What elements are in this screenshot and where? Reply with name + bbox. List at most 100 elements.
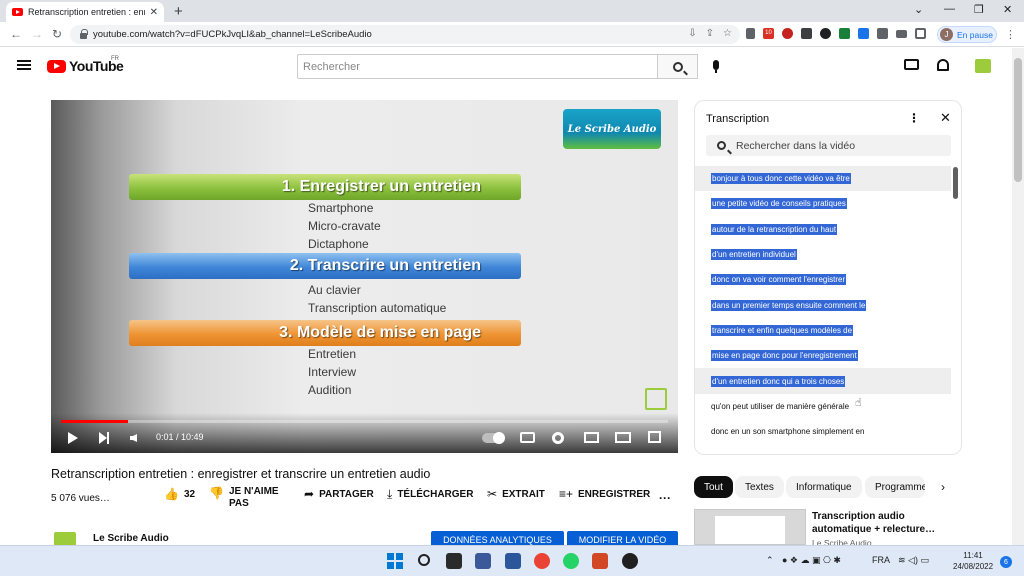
miniplayer-icon[interactable] xyxy=(584,432,599,443)
transcript-menu-icon[interactable]: ⋮ xyxy=(908,111,920,125)
word-icon[interactable] xyxy=(505,553,521,569)
close-icon[interactable]: ✕ xyxy=(940,110,951,126)
search-input[interactable]: Rechercher xyxy=(297,54,658,79)
bookmark-star-icon[interactable]: ☆ xyxy=(723,28,732,39)
save-button[interactable]: ≡+ ENREGISTRER xyxy=(559,487,650,501)
wifi-volume-battery-icons[interactable]: ≋ ◁) ▭ xyxy=(898,555,929,566)
extension-icon-3[interactable] xyxy=(858,28,869,39)
maximize-icon[interactable]: ❐ xyxy=(974,3,984,16)
download-extension-icon[interactable] xyxy=(839,28,850,39)
transcript-line[interactable]: donc en un son smartphone simplement en xyxy=(695,419,951,444)
taskbar-search-icon[interactable] xyxy=(418,554,430,566)
opera-extension-icon[interactable] xyxy=(782,28,793,39)
side-panel-icon[interactable] xyxy=(915,28,926,39)
subtitles-icon[interactable] xyxy=(520,432,535,443)
chevron-right-icon[interactable]: › xyxy=(941,480,945,494)
eyedropper-extension-icon[interactable] xyxy=(746,28,755,39)
back-arrow-icon[interactable]: ← xyxy=(10,27,22,41)
transcript-line-text: mise en page donc pour l'enregistrement xyxy=(711,350,858,362)
new-tab-button[interactable]: + xyxy=(174,3,183,20)
channel-avatar[interactable] xyxy=(54,532,76,546)
address-bar[interactable]: youtube.com/watch?v=dFUCPkJvqLI&ab_chann… xyxy=(70,25,740,44)
notification-count[interactable]: 6 xyxy=(1000,556,1012,568)
settings-gear-icon[interactable] xyxy=(552,432,564,444)
browser-tab[interactable]: Retranscription entretien : enregi ✕ xyxy=(6,2,164,22)
app-icon[interactable] xyxy=(475,553,491,569)
lock-icon xyxy=(80,29,88,39)
download-button[interactable]: ⤓ TÉLÉCHARGER xyxy=(387,487,473,502)
channel-name[interactable]: Le Scribe Audio xyxy=(93,533,169,544)
theater-mode-icon[interactable] xyxy=(615,432,631,443)
powerpoint-icon[interactable] xyxy=(592,553,608,569)
chip-all[interactable]: Tout xyxy=(694,476,733,498)
chip-informatique[interactable]: Informatique xyxy=(786,476,862,498)
chip-programme[interactable]: Programme xyxy=(865,476,925,498)
transcript-scrollbar-thumb[interactable] xyxy=(953,167,958,199)
dislike-button[interactable]: 👎 JE N'AIME PAS xyxy=(209,486,281,510)
task-view-icon[interactable] xyxy=(446,553,462,569)
channel-avatar-icon[interactable] xyxy=(975,59,991,73)
reading-list-icon[interactable] xyxy=(896,29,907,38)
transcript-line[interactable]: donc on va voir comment l'enregistrer xyxy=(695,267,951,292)
microphone-icon[interactable] xyxy=(713,60,719,73)
transcript-line[interactable]: qu'on peut utiliser de manière générale xyxy=(695,394,951,419)
avatar: J xyxy=(940,28,953,41)
extension-icon[interactable] xyxy=(801,28,812,39)
edit-video-button[interactable]: MODIFIER LA VIDÉO xyxy=(567,531,678,545)
next-video-icon[interactable] xyxy=(99,432,109,444)
reload-icon[interactable]: ↻ xyxy=(52,27,62,41)
tray-chevron-icon[interactable]: ⌃ xyxy=(766,555,774,566)
chrome-icon[interactable] xyxy=(534,553,550,569)
tray-app-icons[interactable]: ● ❖ ☁ ▣ ⎔ ✱ xyxy=(782,555,841,566)
minimize-icon[interactable]: — xyxy=(944,3,955,15)
create-video-icon[interactable] xyxy=(904,59,919,70)
close-window-icon[interactable]: ✕ xyxy=(1003,3,1012,16)
install-app-icon[interactable]: ⇩ xyxy=(688,28,696,39)
page-scrollbar[interactable] xyxy=(1012,48,1024,545)
transcript-line[interactable]: bonjour à tous donc cette vidéo va être xyxy=(695,166,951,192)
app-icon-2[interactable] xyxy=(622,553,638,569)
view-count[interactable]: 5 076 vues… xyxy=(51,493,110,504)
clock[interactable]: 11:41 24/08/2022 xyxy=(953,550,993,572)
transcript-search-input[interactable]: Rechercher dans la vidéo xyxy=(706,135,951,156)
tab-close-icon[interactable]: ✕ xyxy=(150,7,158,18)
transcript-line[interactable]: une petite vidéo de conseils pratiques xyxy=(695,191,951,216)
extension-badge-icon[interactable]: 10 xyxy=(763,28,774,39)
transcript-line[interactable]: dans un premier temps ensuite comment le xyxy=(695,292,951,317)
notifications-bell-icon[interactable] xyxy=(937,59,949,71)
transcript-line[interactable]: d'un entretien donc qui a trois choses xyxy=(695,368,951,394)
transcript-line[interactable]: autour de la retranscription du haut xyxy=(695,217,951,242)
transcript-line[interactable]: d'un entretien individuel xyxy=(695,242,951,267)
transcript-line[interactable]: mise en page donc pour l'enregistrement xyxy=(695,343,951,368)
recommendation-thumbnail[interactable] xyxy=(694,509,806,545)
transcript-line[interactable]: transcrire et enfin quelques modèles de xyxy=(695,318,951,343)
search-button[interactable] xyxy=(657,54,698,79)
analytics-button[interactable]: DONNÉES ANALYTIQUES xyxy=(431,531,564,545)
language-indicator[interactable]: FRA xyxy=(872,555,890,565)
recommendation-title[interactable]: Transcription audio automatique + relect… xyxy=(812,510,962,536)
profile-button[interactable]: J En pause xyxy=(937,26,997,43)
browser-menu-icon[interactable]: ⋮ xyxy=(1005,28,1016,41)
page-scrollbar-thumb[interactable] xyxy=(1014,58,1022,182)
chip-texts[interactable]: Textes xyxy=(735,476,784,498)
windows-start-icon[interactable] xyxy=(387,553,403,569)
fullscreen-icon[interactable] xyxy=(648,431,661,443)
play-icon[interactable] xyxy=(68,432,78,444)
playlist-add-icon: ≡+ xyxy=(559,487,574,501)
share-arrow-icon: ➦ xyxy=(304,487,315,501)
share-button[interactable]: ➦ PARTAGER xyxy=(304,487,374,501)
progress-bar[interactable] xyxy=(61,420,668,423)
extension-icon-2[interactable] xyxy=(820,28,831,39)
clip-button[interactable]: ✂ EXTRAIT xyxy=(487,487,545,501)
share-icon[interactable]: ⇪ xyxy=(706,28,714,39)
like-button[interactable]: 👍 32 xyxy=(164,487,195,501)
puzzle-extensions-icon[interactable] xyxy=(877,28,888,39)
more-actions-icon[interactable]: ··· xyxy=(659,491,671,505)
video-player[interactable]: Le Scribe Audio 1. Enregistrer un entret… xyxy=(51,100,678,453)
autoplay-toggle-icon[interactable] xyxy=(482,432,505,444)
forward-arrow-icon[interactable]: → xyxy=(31,27,43,41)
transcript-line-text: d'un entretien donc qui a trois choses xyxy=(711,375,846,387)
hamburger-menu-icon[interactable] xyxy=(17,60,31,70)
whatsapp-icon[interactable] xyxy=(563,553,579,569)
chevron-down-icon[interactable]: ⌄ xyxy=(914,3,923,16)
